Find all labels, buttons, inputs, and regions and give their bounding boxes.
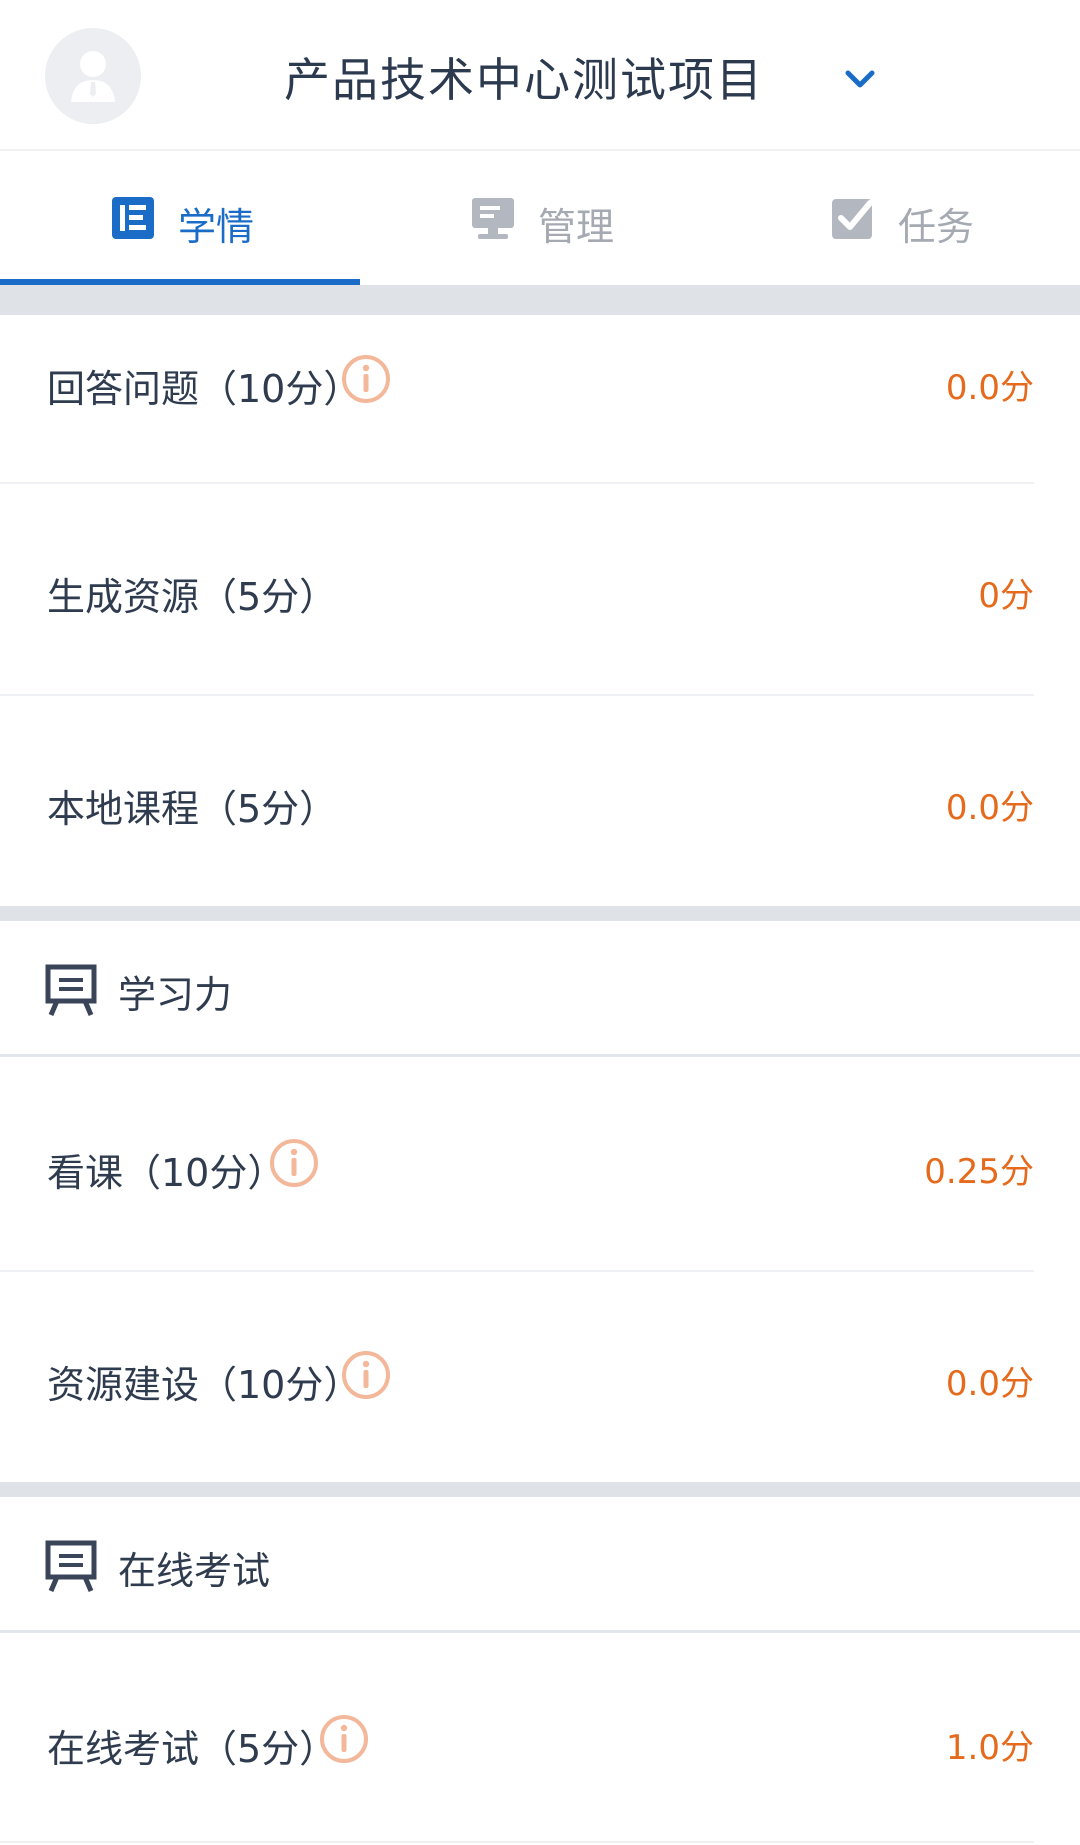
tab-label: 任务 <box>898 205 975 249</box>
user-avatar-icon[interactable] <box>45 28 141 124</box>
list-item[interactable]: 资源建设（10分） 0.0分 <box>0 1272 1080 1482</box>
checkbox-icon <box>830 195 876 241</box>
list-item[interactable]: 在线考试（5分） 1.0分 <box>0 1636 1080 1845</box>
section-title: 在线考试 <box>118 1549 271 1593</box>
item-label: 生成资源（5分） <box>47 575 338 619</box>
tab-label: 管理 <box>538 205 615 249</box>
score-value: 0分 <box>978 576 1034 616</box>
tab-bar: 学情 管理 任务 <box>0 151 1080 285</box>
info-icon[interactable] <box>341 354 391 404</box>
chevron-down-icon[interactable] <box>838 58 882 102</box>
score-value: 0.0分 <box>945 1364 1034 1404</box>
item-label: 在线考试（5分） <box>47 1727 338 1771</box>
presentation-board-icon <box>45 963 97 1017</box>
monitor-icon <box>470 195 516 241</box>
tab-guanli[interactable]: 管理 <box>360 151 720 285</box>
info-icon[interactable] <box>319 1714 369 1764</box>
tab-label: 学情 <box>178 205 255 249</box>
score-value: 0.0分 <box>945 368 1034 408</box>
section-header-learning: 学习力 <box>0 921 1080 1057</box>
score-value: 0.0分 <box>945 788 1034 828</box>
item-label: 看课（10分） <box>47 1151 286 1195</box>
list-item[interactable]: 生成资源（5分） 0分 <box>0 484 1080 694</box>
row-divider <box>0 1841 1034 1843</box>
section-title: 学习力 <box>118 973 233 1017</box>
header-bar: 产品技术中心测试项目 <box>0 0 1080 151</box>
presentation-board-icon <box>45 1539 97 1593</box>
list-item[interactable]: 本地课程（5分） 0.0分 <box>0 696 1080 906</box>
section-divider <box>0 906 1080 921</box>
section-divider <box>0 285 1080 315</box>
section-divider <box>0 1482 1080 1497</box>
report-icon <box>110 195 156 241</box>
item-label: 本地课程（5分） <box>47 787 338 831</box>
tab-xueqing[interactable]: 学情 <box>0 151 360 285</box>
score-value: 0.25分 <box>924 1152 1034 1192</box>
tab-renwu[interactable]: 任务 <box>720 151 1080 285</box>
item-label: 回答问题（10分） <box>47 367 362 411</box>
section-header-exam: 在线考试 <box>0 1497 1080 1633</box>
item-label: 资源建设（10分） <box>47 1363 362 1407</box>
score-value: 1.0分 <box>945 1728 1034 1768</box>
info-icon[interactable] <box>341 1350 391 1400</box>
list-item[interactable]: 看课（10分） 0.25分 <box>0 1060 1080 1270</box>
info-icon[interactable] <box>269 1138 319 1188</box>
project-title[interactable]: 产品技术中心测试项目 <box>284 44 764 110</box>
list-item[interactable]: 回答问题（10分） 0.0分 <box>0 315 1080 483</box>
